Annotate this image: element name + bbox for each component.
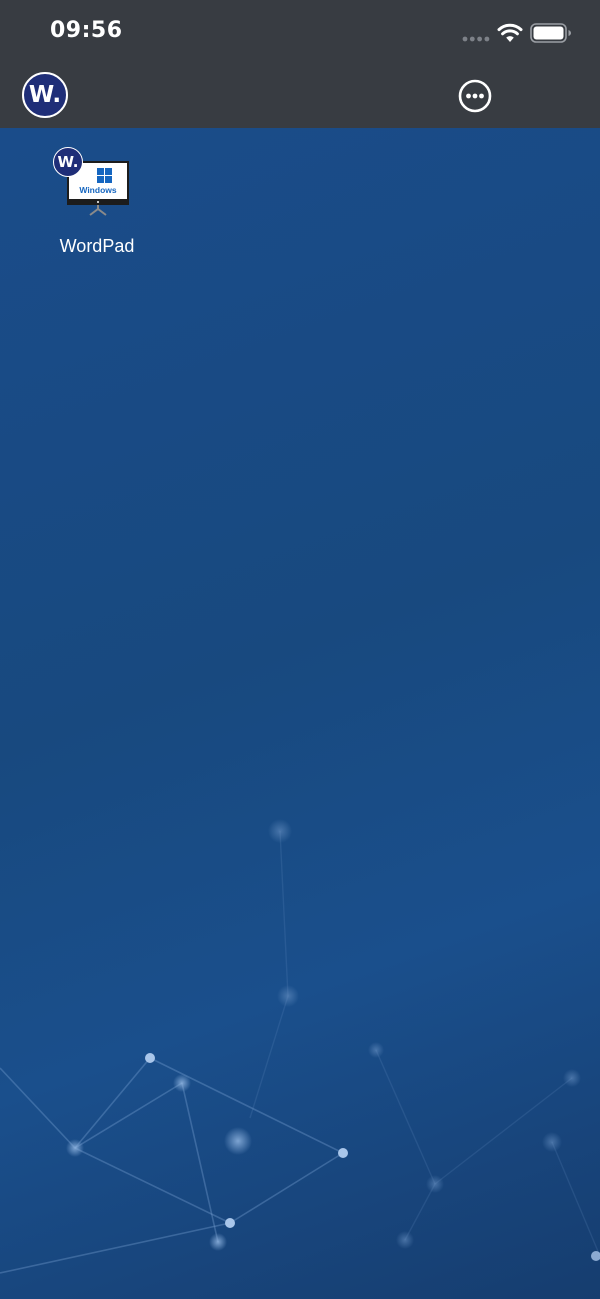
app-logo-button[interactable]: W. [22, 72, 68, 118]
app-label: WordPad [59, 236, 135, 256]
battery-icon [530, 23, 571, 43]
app-brand-badge: W. [53, 147, 83, 177]
app-badge-text: W. [57, 153, 79, 171]
status-time: 09:56 [50, 18, 123, 43]
more-options-icon[interactable] [458, 79, 492, 113]
network-background-art [0, 819, 600, 1274]
screen: 09:56 W. Windows W. WordPad [0, 0, 600, 1299]
windows-screen-text: Windows [79, 185, 116, 195]
cellular-signal-icon [462, 36, 490, 42]
top-bar: 09:56 W. [0, 0, 600, 128]
desktop-app-wordpad[interactable]: Windows W. WordPad [42, 144, 152, 264]
desktop-area: Windows W. WordPad [0, 128, 600, 1299]
logo-text: W. [28, 82, 62, 108]
wifi-icon [497, 23, 523, 42]
